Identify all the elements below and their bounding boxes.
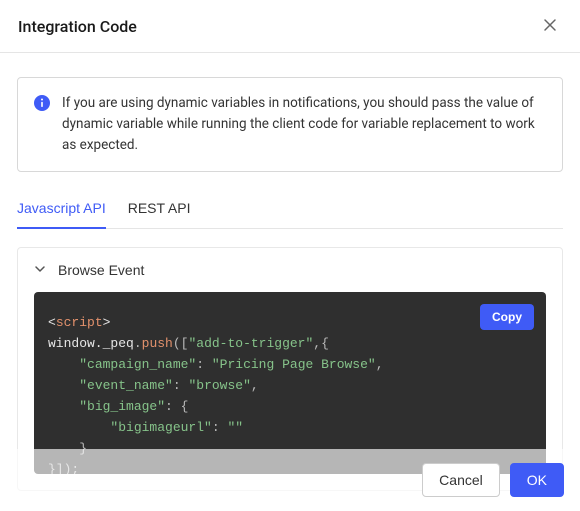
modal-content: If you are using dynamic variables in no… bbox=[0, 53, 580, 491]
cancel-button[interactable]: Cancel bbox=[422, 463, 500, 497]
tabs: Javascript API REST API bbox=[17, 190, 563, 229]
accordion-toggle[interactable]: Browse Event bbox=[18, 248, 562, 292]
info-callout: If you are using dynamic variables in no… bbox=[17, 77, 563, 172]
info-text: If you are using dynamic variables in no… bbox=[62, 93, 546, 156]
copy-button[interactable]: Copy bbox=[480, 304, 534, 330]
footer-actions: Cancel OK bbox=[0, 449, 580, 511]
tab-rest-api[interactable]: REST API bbox=[128, 190, 191, 228]
chevron-down-icon bbox=[34, 262, 46, 278]
tab-javascript-api[interactable]: Javascript API bbox=[17, 190, 106, 228]
accordion-title: Browse Event bbox=[58, 262, 144, 278]
modal-title: Integration Code bbox=[18, 17, 137, 36]
close-icon bbox=[542, 17, 558, 36]
code-block: Copy <script> window._peq.push(["add-to-… bbox=[34, 292, 546, 474]
close-button[interactable] bbox=[538, 14, 562, 38]
ok-button[interactable]: OK bbox=[510, 463, 564, 497]
modal-header: Integration Code bbox=[0, 0, 580, 53]
info-icon bbox=[34, 95, 50, 115]
